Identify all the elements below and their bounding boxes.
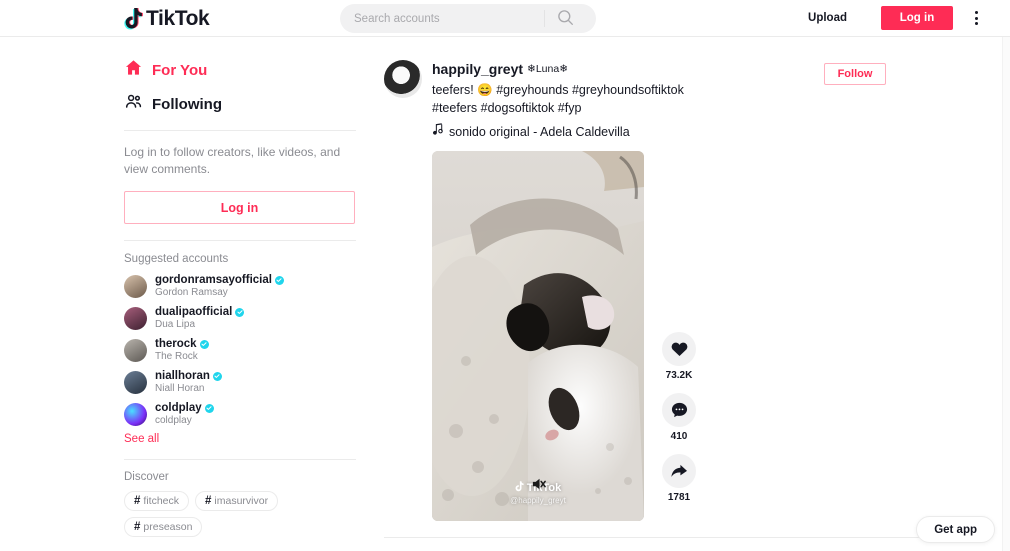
video-player[interactable]: TikTok @happily_greyt	[432, 151, 644, 521]
suggested-accounts-title: Suggested accounts	[124, 253, 229, 265]
verified-badge-icon	[199, 339, 209, 349]
account-username: niallhoran	[155, 370, 210, 382]
sidebar-divider-suggested	[124, 240, 356, 241]
share-count: 1781	[667, 492, 691, 503]
login-prompt-text: Log in to follow creators, like videos, …	[124, 145, 341, 176]
avatar	[124, 338, 147, 362]
post-caption: teefers! 😄 #greyhounds #greyhoundsoftikt…	[432, 83, 684, 115]
discover-tag-list: # fitcheck # imasurvivor # preseason	[124, 491, 356, 537]
share-icon	[662, 454, 696, 488]
sidebar-divider-discover	[124, 459, 356, 460]
feed-post: happily_greyt ❄Luna❄ teefers! 😄 #greyhou…	[372, 38, 986, 538]
like-count: 73.2K	[665, 370, 693, 381]
dot	[974, 16, 978, 20]
account-username: dualipaofficial	[155, 306, 233, 318]
verified-badge-icon	[204, 403, 214, 413]
heart-icon	[662, 332, 696, 366]
account-display-name: Niall Horan	[155, 383, 205, 394]
follow-button[interactable]: Follow	[824, 63, 886, 85]
list-item[interactable]: therock The Rock	[124, 337, 372, 363]
avatar	[124, 402, 147, 426]
logo-text: TikTok	[146, 7, 210, 30]
verified-badge-icon	[235, 307, 245, 317]
video-and-actions: TikTok @happily_greyt 73.2K 410 1781	[432, 151, 986, 521]
account-display-name: Dua Lipa	[155, 319, 196, 330]
avatar	[124, 370, 147, 394]
hash-icon: #	[205, 495, 212, 507]
login-button[interactable]: Log in	[881, 6, 953, 30]
home-icon	[124, 58, 143, 82]
video-feed: happily_greyt ❄Luna❄ teefers! 😄 #greyhou…	[372, 38, 986, 551]
search-bar[interactable]	[340, 4, 596, 33]
list-item[interactable]: dualipaofficial Dua Lipa	[124, 305, 372, 331]
like-action[interactable]: 73.2K	[662, 332, 696, 381]
comment-icon	[662, 393, 696, 427]
sidebar-label-following: Following	[152, 95, 222, 113]
tag-chip[interactable]: # fitcheck	[124, 491, 190, 511]
share-action[interactable]: 1781	[662, 454, 696, 503]
sidebar-label-for-you: For You	[152, 61, 208, 79]
music-note-icon	[432, 123, 443, 141]
list-item[interactable]: niallhoran Niall Horan	[124, 369, 372, 395]
tiktok-logo[interactable]: TikTok	[124, 6, 210, 32]
tag-label: fitcheck	[143, 495, 180, 507]
avatar[interactable]	[384, 60, 422, 98]
avatar	[124, 306, 147, 330]
comment-action[interactable]: 410	[662, 393, 696, 442]
tag-label: imasurvivor	[214, 495, 269, 507]
account-display-name: The Rock	[155, 351, 198, 362]
verified-badge-icon	[212, 371, 222, 381]
top-header: TikTok Upload Log in	[0, 0, 1010, 37]
account-display-name: Gordon Ramsay	[155, 287, 228, 298]
hash-icon: #	[134, 495, 141, 507]
upload-link[interactable]: Upload	[808, 10, 847, 27]
list-item[interactable]: gordonramsayofficial Gordon Ramsay	[124, 273, 372, 299]
account-username: therock	[155, 338, 197, 350]
page-scrollbar[interactable]	[1002, 0, 1010, 551]
avatar	[124, 274, 147, 298]
comment-count: 410	[670, 431, 688, 442]
account-username: gordonramsayofficial	[155, 274, 272, 286]
more-vertical-icon[interactable]	[966, 8, 986, 28]
tag-label: preseason	[143, 521, 193, 533]
search-icon	[557, 9, 574, 29]
get-app-button[interactable]: Get app	[916, 516, 995, 543]
tag-chip[interactable]: # imasurvivor	[195, 491, 279, 511]
dot	[974, 22, 978, 25]
see-all-link[interactable]: See all	[124, 433, 372, 445]
tiktok-note-icon	[124, 8, 143, 30]
sidebar-item-for-you[interactable]: For You	[124, 56, 372, 84]
people-icon	[124, 92, 143, 116]
post-header: happily_greyt ❄Luna❄ teefers! 😄 #greyhou…	[384, 60, 986, 141]
account-display-name: coldplay	[155, 415, 192, 426]
dot	[974, 11, 978, 14]
feed-post: bts_official_bighit BTS Follow	[372, 538, 986, 551]
post-action-bar: 73.2K 410 1781	[662, 332, 696, 521]
mute-icon[interactable]	[531, 477, 547, 496]
search-button[interactable]	[545, 4, 585, 33]
post-nickname: ❄Luna❄	[527, 63, 568, 75]
post-username-row[interactable]: happily_greyt ❄Luna❄	[432, 60, 986, 79]
search-input[interactable]	[340, 5, 544, 32]
sidebar-divider-nav	[124, 130, 356, 131]
post-music-row[interactable]: sonido original - Adela Caldevilla	[432, 123, 986, 141]
sidebar-item-following[interactable]: Following	[124, 90, 372, 118]
tag-chip[interactable]: # preseason	[124, 517, 203, 537]
video-thumbnail	[432, 151, 644, 521]
post-music-title: sonido original - Adela Caldevilla	[449, 125, 630, 139]
left-sidebar: For You Following Log in to follow creat…	[0, 38, 372, 551]
post-username: happily_greyt	[432, 61, 524, 77]
verified-badge-icon	[274, 275, 284, 285]
account-username: coldplay	[155, 402, 202, 414]
list-item[interactable]: coldplay coldplay	[124, 401, 372, 427]
discover-title: Discover	[124, 471, 169, 483]
hash-icon: #	[134, 521, 141, 533]
sidebar-login-button[interactable]: Log in	[124, 191, 355, 224]
